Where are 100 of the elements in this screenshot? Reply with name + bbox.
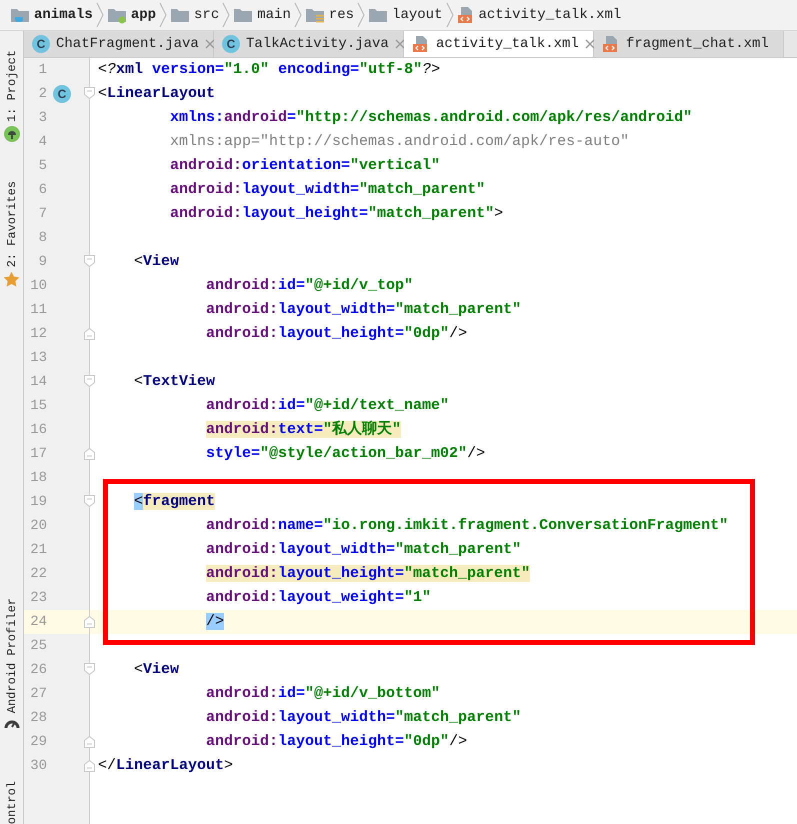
fold-icon[interactable] <box>84 760 95 772</box>
code-line: android:text="私人聊天" <box>206 420 402 440</box>
line-number: 4 <box>38 132 47 152</box>
code-line: <fragment <box>134 492 216 512</box>
line-number: 23 <box>29 588 47 608</box>
folder-icon <box>170 6 190 24</box>
tab-label: fragment_chat.xml <box>626 34 769 54</box>
code-line: android:layout_width="match_parent" <box>206 540 522 560</box>
code-line: <View <box>134 660 180 680</box>
breadcrumb-item[interactable]: activity_talk.xml <box>478 4 622 26</box>
editor-tab[interactable]: C TalkActivity.java <box>214 31 404 57</box>
class-icon: C <box>32 35 50 53</box>
line-number: 24 <box>29 612 47 632</box>
line-number: 11 <box>29 300 47 320</box>
fold-icon[interactable] <box>84 255 95 267</box>
chevron-icon <box>159 2 168 28</box>
code-line: android:id="@+id/text_name" <box>206 396 450 416</box>
editor-tab[interactable]: fragment_chat.xml <box>594 31 784 57</box>
line-number: 28 <box>29 708 47 728</box>
fold-icon[interactable] <box>84 663 95 675</box>
line-number: 17 <box>29 444 47 464</box>
close-icon[interactable] <box>394 39 405 49</box>
line-number: 1 <box>38 60 47 80</box>
code-line: style="@style/action_bar_m02"/> <box>206 444 486 464</box>
line-number: 20 <box>29 516 47 536</box>
fold-icon[interactable] <box>84 736 95 748</box>
line-number: 29 <box>29 732 47 752</box>
line-number: 13 <box>29 348 47 368</box>
code-line: android:layout_width="match_parent" <box>206 708 522 728</box>
line-number: 7 <box>38 204 47 224</box>
xml-file-icon <box>602 35 620 53</box>
folder-icon <box>233 6 254 24</box>
line-number: 8 <box>38 228 47 248</box>
fold-icon[interactable] <box>84 375 95 387</box>
fold-icon[interactable] <box>84 616 95 628</box>
folder-icon <box>304 6 325 24</box>
line-number: 16 <box>29 420 47 440</box>
code-line: android:layout_weight="1" <box>206 588 432 608</box>
tab-label: ChatFragment.java <box>56 34 199 54</box>
xml-file-icon <box>412 35 430 53</box>
breadcrumb-item[interactable]: animals <box>34 4 93 26</box>
tool-window-button[interactable]: 1: Project <box>4 50 20 122</box>
line-number: 3 <box>38 108 47 128</box>
line-number: 5 <box>38 156 47 176</box>
folder-icon <box>10 6 30 24</box>
tool-window-button[interactable]: ontrol <box>4 780 20 824</box>
code-line: android:name="io.rong.imkit.fragment.ConversationFragment" <box>206 516 728 536</box>
fold-icon[interactable] <box>84 495 95 507</box>
chevron-icon <box>96 2 104 28</box>
code-line: xmlns:app="http://schemas.android.com/apk/res-auto" <box>170 132 630 152</box>
line-number: 6 <box>38 180 47 200</box>
close-icon[interactable] <box>584 39 595 49</box>
line-number: 21 <box>29 540 47 560</box>
line-number: 18 <box>29 468 47 488</box>
code-line: android:id="@+id/v_top" <box>206 276 414 296</box>
editor-tab[interactable]: C ChatFragment.java <box>24 31 214 57</box>
code-line: android:layout_width="match_parent" <box>206 300 522 320</box>
chevron-icon <box>222 2 230 28</box>
folder-icon <box>368 6 388 24</box>
tool-window-button[interactable]: Android Profiler <box>4 598 20 713</box>
fold-icon[interactable] <box>84 87 95 99</box>
editor-tab[interactable]: activity_talk.xml <box>404 31 594 57</box>
code-line: <?xml version="1.0" encoding="utf-8"?> <box>98 60 440 80</box>
line-number: 22 <box>29 564 47 584</box>
folder-icon <box>106 6 127 24</box>
tab-label: activity_talk.xml <box>436 34 579 54</box>
star-icon <box>3 271 20 288</box>
chevron-icon <box>446 2 454 28</box>
line-number: 25 <box>29 636 47 656</box>
tool-window-button[interactable]: 2: Favorites <box>4 181 20 268</box>
breadcrumb-item[interactable]: main <box>257 4 291 26</box>
breadcrumb-item[interactable]: app <box>130 4 156 26</box>
chevron-icon <box>294 2 302 28</box>
fold-icon[interactable] <box>84 328 95 340</box>
line-number: 9 <box>38 252 47 272</box>
code-line: android:layout_width="match_parent" <box>170 180 486 200</box>
code-line: android:layout_height="match_parent"> <box>170 204 504 224</box>
line-number: 14 <box>29 372 47 392</box>
chevron-icon <box>357 2 366 28</box>
line-number: 10 <box>29 276 47 296</box>
code-line: <View <box>134 252 180 272</box>
code-line: <LinearLayout <box>98 84 216 104</box>
breadcrumb-item[interactable]: layout <box>392 4 442 26</box>
line-number: 26 <box>29 660 47 680</box>
breadcrumb-item[interactable]: res <box>328 4 354 26</box>
code-line: <TextView <box>134 372 216 392</box>
code-line: android:orientation="vertical" <box>170 156 440 176</box>
line-number: 15 <box>29 396 47 416</box>
class-icon: C <box>222 35 240 53</box>
breadcrumb-item[interactable]: src <box>194 4 220 26</box>
android-icon <box>4 126 20 142</box>
code-line: android:layout_height="0dp"/> <box>206 732 468 752</box>
fold-icon[interactable] <box>84 448 95 460</box>
line-number: 19 <box>29 492 47 512</box>
close-icon[interactable] <box>204 39 215 49</box>
code-line: android:layout_height="match_parent" <box>206 564 530 584</box>
code-line: xmlns:android="http://schemas.android.com/apk/res/android" <box>170 108 692 128</box>
line-number: 2 <box>38 84 47 104</box>
code-line: android:layout_height="0dp"/> <box>206 324 468 344</box>
line-number: 27 <box>29 684 47 704</box>
